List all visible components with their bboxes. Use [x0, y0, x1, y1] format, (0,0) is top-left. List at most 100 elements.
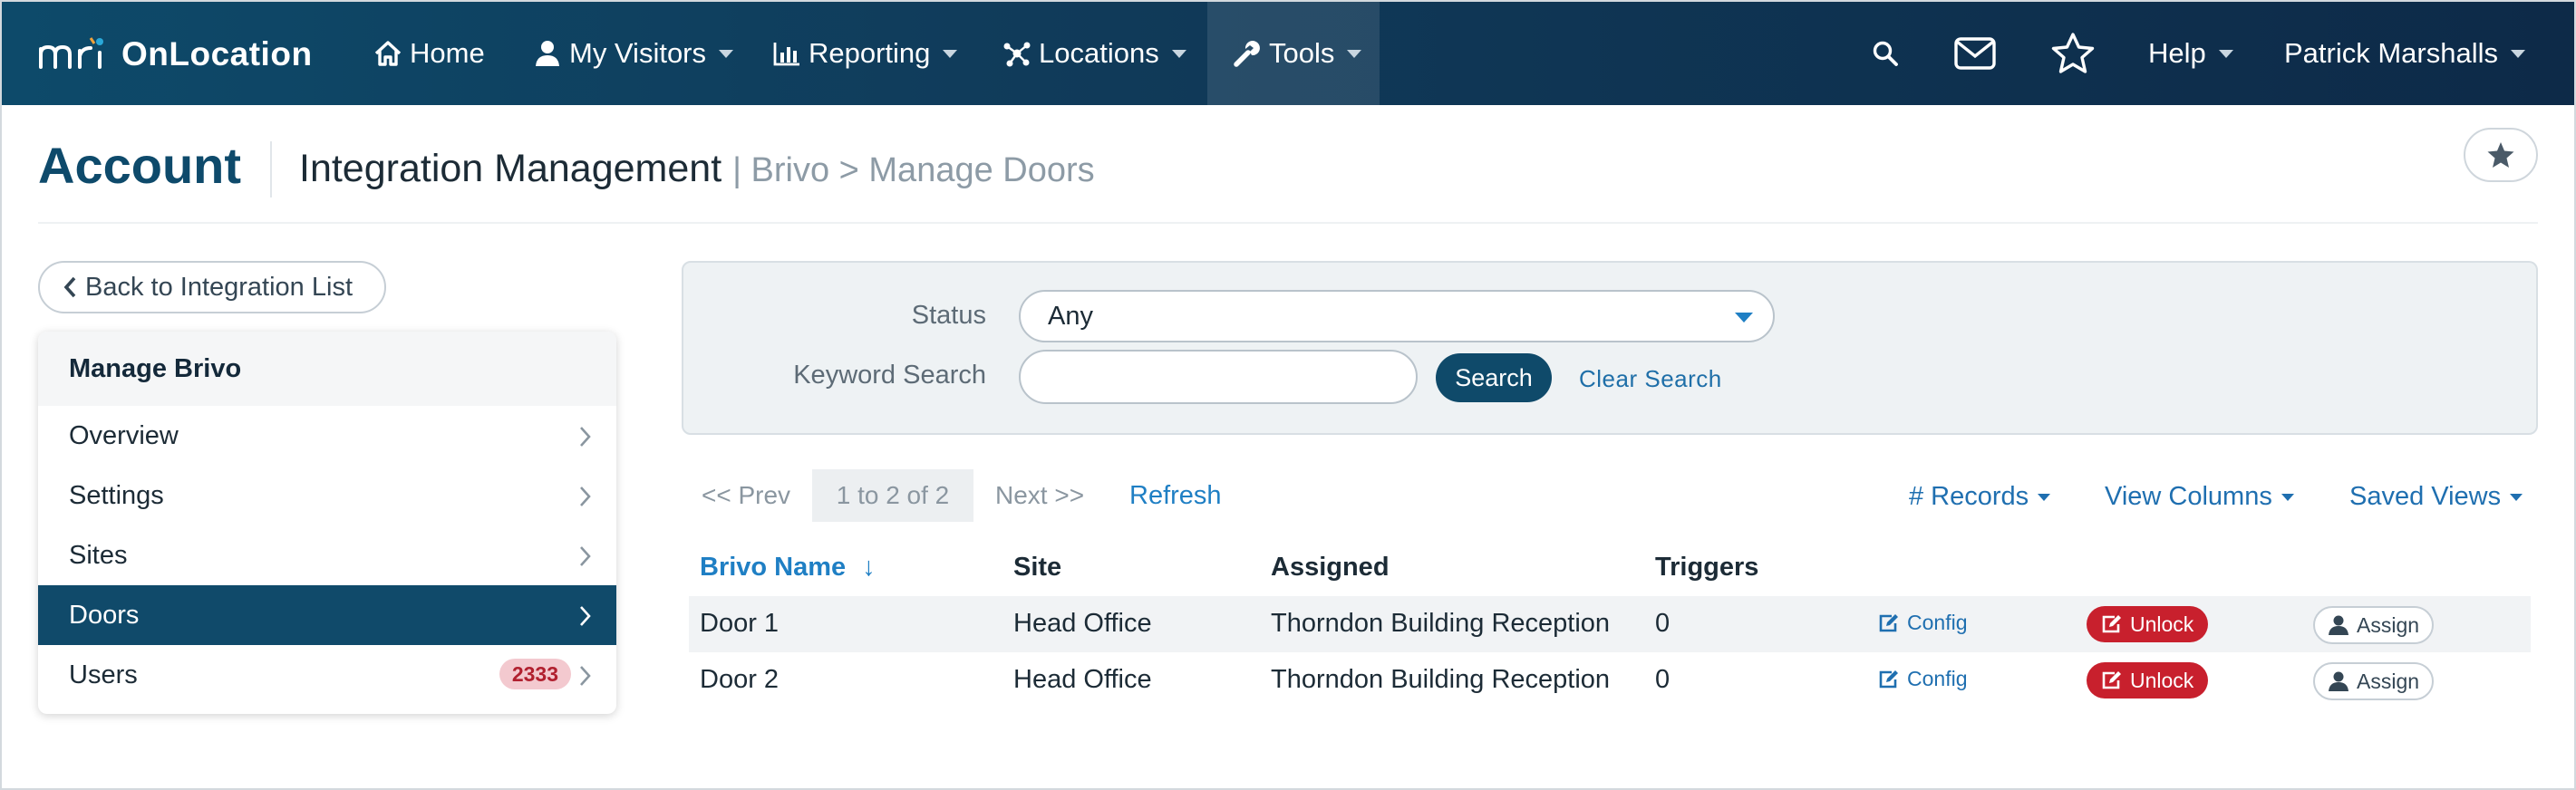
page-subtitle: Integration Management | Brivo > Manage … — [299, 147, 1095, 191]
nav-locations-label: Locations — [1039, 37, 1159, 69]
nav-help[interactable]: Help — [2148, 2, 2233, 105]
sidebar-item-label: Doors — [69, 600, 140, 630]
manage-brivo-menu: Manage Brivo Overview Settings Sites Doo… — [38, 332, 616, 714]
chevron-down-icon — [1171, 49, 1186, 58]
view-columns-dropdown[interactable]: View Columns — [2105, 482, 2294, 512]
sidebar-item-label: Sites — [69, 540, 128, 570]
search-icon — [1873, 41, 1898, 66]
chevron-down-icon — [2038, 493, 2051, 501]
cell-triggers: 0 — [1655, 609, 1671, 638]
back-to-integration-list-button[interactable]: Back to Integration List — [38, 261, 386, 313]
unlock-button[interactable]: Unlock — [2087, 662, 2209, 698]
column-header-brivo-name[interactable]: Brivo Name ↓ — [700, 553, 876, 583]
bar-chart-icon — [773, 43, 799, 66]
table-row: Door 1 Head Office Thorndon Building Rec… — [689, 596, 2531, 652]
nav-my-visitors[interactable]: My Visitors — [533, 2, 734, 105]
prev-page-link[interactable]: << Prev — [702, 481, 790, 510]
column-header-triggers[interactable]: Triggers — [1655, 553, 1758, 583]
messages-button[interactable] — [1947, 2, 2003, 105]
config-link[interactable]: Config — [1878, 667, 1967, 691]
search-button[interactable] — [1862, 2, 1909, 105]
user-icon — [536, 41, 559, 66]
chevron-down-icon — [943, 49, 958, 58]
favorite-page-button[interactable] — [2464, 128, 2538, 182]
refresh-link[interactable]: Refresh — [1129, 481, 1222, 511]
column-header-assigned[interactable]: Assigned — [1271, 553, 1390, 583]
sidebar-item-doors[interactable]: Doors — [38, 585, 616, 645]
nav-tools-label: Tools — [1269, 37, 1335, 69]
mail-icon — [1954, 37, 1996, 70]
top-navigation-bar: OnLocation Home My Visitors Reporting Lo… — [2, 2, 2574, 105]
assign-button[interactable]: Assign — [2313, 606, 2435, 644]
chevron-down-icon — [2511, 49, 2525, 58]
nav-locations[interactable]: Locations — [1002, 2, 1186, 105]
chevron-down-icon — [1347, 49, 1362, 58]
star-icon — [2487, 142, 2514, 168]
chevron-left-icon — [63, 276, 76, 298]
sidebar-item-users[interactable]: Users 2333 — [38, 645, 616, 705]
user-menu[interactable]: Patrick Marshalls — [2284, 2, 2525, 105]
column-header-label: Brivo Name — [700, 553, 847, 582]
unlock-label: Unlock — [2130, 668, 2194, 692]
assign-button[interactable]: Assign — [2313, 662, 2435, 700]
chevron-right-icon — [580, 546, 591, 566]
clear-search-link[interactable]: Clear Search — [1579, 365, 1722, 393]
unlock-label: Unlock — [2130, 612, 2194, 636]
status-label: Status — [911, 301, 986, 330]
wrench-icon — [1234, 41, 1260, 67]
brand[interactable]: OnLocation — [38, 34, 313, 74]
cell-assigned: Thorndon Building Reception — [1271, 609, 1611, 638]
nav-tools[interactable]: Tools — [1207, 2, 1380, 105]
cell-site: Head Office — [1013, 609, 1152, 638]
keyword-search-label: Keyword Search — [793, 361, 986, 390]
status-select-value: Any — [1048, 301, 1093, 331]
nav-home-label: Home — [410, 37, 485, 69]
view-columns-label: View Columns — [2105, 482, 2272, 511]
user-icon — [2329, 615, 2348, 635]
saved-views-dropdown[interactable]: Saved Views — [2349, 482, 2523, 512]
mri-logo-icon — [39, 37, 103, 69]
home-icon — [374, 41, 402, 66]
assign-label: Assign — [2357, 669, 2420, 693]
sidebar-item-overview[interactable]: Overview — [38, 406, 616, 466]
user-icon — [2329, 671, 2348, 691]
saved-views-label: Saved Views — [2349, 482, 2502, 511]
subtitle-text: Integration Management — [299, 147, 722, 190]
users-count-badge: 2333 — [499, 659, 571, 689]
brand-name: OnLocation — [121, 35, 313, 72]
cell-site: Head Office — [1013, 665, 1152, 694]
unlock-button[interactable]: Unlock — [2087, 606, 2209, 642]
config-label: Config — [1907, 667, 1968, 690]
favorites-button[interactable] — [2045, 2, 2101, 105]
nav-reporting[interactable]: Reporting — [772, 2, 958, 105]
sidebar-item-sites[interactable]: Sites — [38, 525, 616, 585]
assign-label: Assign — [2357, 612, 2420, 637]
sidebar-item-settings[interactable]: Settings — [38, 466, 616, 525]
cell-triggers: 0 — [1655, 665, 1671, 694]
chevron-right-icon — [580, 427, 591, 447]
nav-reporting-label: Reporting — [809, 37, 931, 69]
edit-icon — [1879, 670, 1898, 688]
cell-brivo-name: Door 1 — [700, 609, 780, 638]
sidebar-item-label: Settings — [69, 480, 164, 510]
edit-icon — [2102, 615, 2121, 633]
chevron-right-icon — [580, 487, 591, 506]
config-link[interactable]: Config — [1878, 611, 1967, 635]
chevron-down-icon — [2218, 49, 2233, 58]
table-row: Door 2 Head Office Thorndon Building Rec… — [689, 652, 2531, 708]
records-dropdown[interactable]: # Records — [1909, 482, 2051, 512]
next-page-link[interactable]: Next >> — [995, 481, 1084, 510]
chevron-right-icon — [580, 666, 591, 686]
star-icon — [2051, 33, 2095, 73]
edit-icon — [2102, 671, 2121, 689]
edit-icon — [1879, 613, 1898, 631]
search-button[interactable]: Search — [1436, 353, 1552, 402]
back-button-label: Back to Integration List — [85, 272, 353, 302]
network-icon — [1003, 42, 1031, 67]
column-header-site[interactable]: Site — [1013, 553, 1061, 583]
status-select[interactable]: Any — [1019, 290, 1775, 342]
nav-home[interactable]: Home — [373, 2, 485, 105]
breadcrumb: | Brivo > Manage Doors — [732, 151, 1095, 189]
keyword-search-input[interactable] — [1019, 350, 1418, 404]
sidebar-item-label: Users — [69, 660, 138, 689]
